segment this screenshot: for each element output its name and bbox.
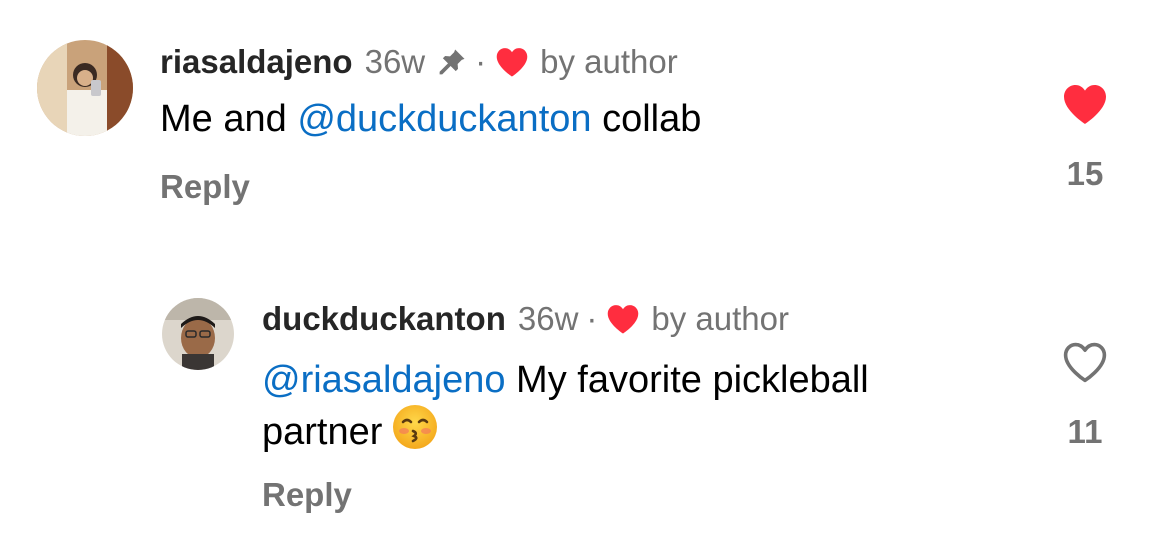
mention-link[interactable]: @riasaldajeno bbox=[262, 359, 506, 401]
username[interactable]: riasaldajeno bbox=[160, 43, 353, 81]
comment-text-suffix: My favorite pickleball bbox=[505, 359, 869, 401]
like-heart-icon[interactable] bbox=[1060, 82, 1110, 131]
reply-button[interactable]: Reply bbox=[160, 168, 250, 206]
by-author-label: by author bbox=[651, 300, 789, 337]
mention-link[interactable]: @duckduckanton bbox=[297, 98, 591, 140]
avatar[interactable] bbox=[162, 298, 234, 370]
author-like-heart-icon bbox=[605, 303, 641, 335]
kissing-face-emoji-icon bbox=[392, 404, 438, 462]
timestamp: 36w bbox=[364, 43, 426, 80]
comment-meta: riasaldajeno 36w · by author bbox=[160, 43, 678, 81]
username[interactable]: duckduckanton bbox=[262, 300, 506, 338]
pin-icon bbox=[437, 47, 467, 77]
comment-text-end: partner bbox=[262, 411, 383, 453]
comment-text-line-2: partner bbox=[262, 404, 1022, 462]
like-control: 11 bbox=[1060, 340, 1110, 451]
comment-text-suffix: collab bbox=[591, 98, 702, 140]
separator-dot: · bbox=[475, 43, 487, 80]
comment-text: @riasaldajeno My favorite pickleball par… bbox=[262, 356, 1022, 462]
separator-dot: · bbox=[586, 300, 598, 337]
timestamp: 36w bbox=[517, 300, 579, 337]
avatar[interactable] bbox=[37, 40, 133, 136]
by-author-label: by author bbox=[540, 43, 678, 80]
author-like-heart-icon bbox=[494, 46, 530, 78]
like-count: 15 bbox=[1066, 155, 1104, 192]
like-count: 11 bbox=[1067, 413, 1103, 450]
avatar-photo bbox=[37, 40, 133, 136]
like-heart-outline-icon[interactable] bbox=[1060, 340, 1110, 389]
reply-button[interactable]: Reply bbox=[262, 476, 352, 514]
comment-text-prefix: Me and bbox=[160, 98, 298, 140]
comment-text-line-1: @riasaldajeno My favorite pickleball bbox=[262, 356, 1022, 404]
like-control: 15 bbox=[1060, 82, 1110, 193]
avatar-photo bbox=[162, 298, 234, 370]
comment-text: Me and @duckduckanton collab bbox=[160, 98, 701, 141]
comment-meta: duckduckanton 36w · by author bbox=[262, 300, 789, 338]
